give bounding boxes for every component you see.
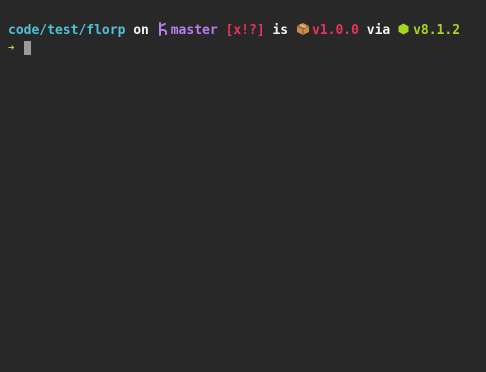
- prompt-line: code/test/florp on master [x!?] is v1.0.…: [8, 22, 486, 40]
- git-status-indicator: [x!?]: [225, 23, 265, 38]
- package-box-icon: [296, 22, 310, 36]
- prompt-arrow-icon: ➔: [8, 41, 15, 54]
- text-cursor[interactable]: [24, 41, 31, 55]
- directory-path: code/test/florp: [8, 23, 126, 38]
- nodejs-hexagon-icon: [398, 23, 409, 35]
- package-version: v1.0.0: [311, 23, 359, 38]
- is-label: is: [272, 23, 289, 38]
- terminal-window[interactable]: code/test/florp on master [x!?] is v1.0.…: [0, 0, 486, 372]
- via-label: via: [366, 23, 391, 38]
- input-line[interactable]: ➔: [8, 39, 486, 57]
- git-branch-icon: [158, 22, 170, 36]
- node-version: v8.1.2: [413, 23, 461, 38]
- on-label: on: [133, 23, 149, 38]
- git-branch-name: master: [170, 23, 218, 38]
